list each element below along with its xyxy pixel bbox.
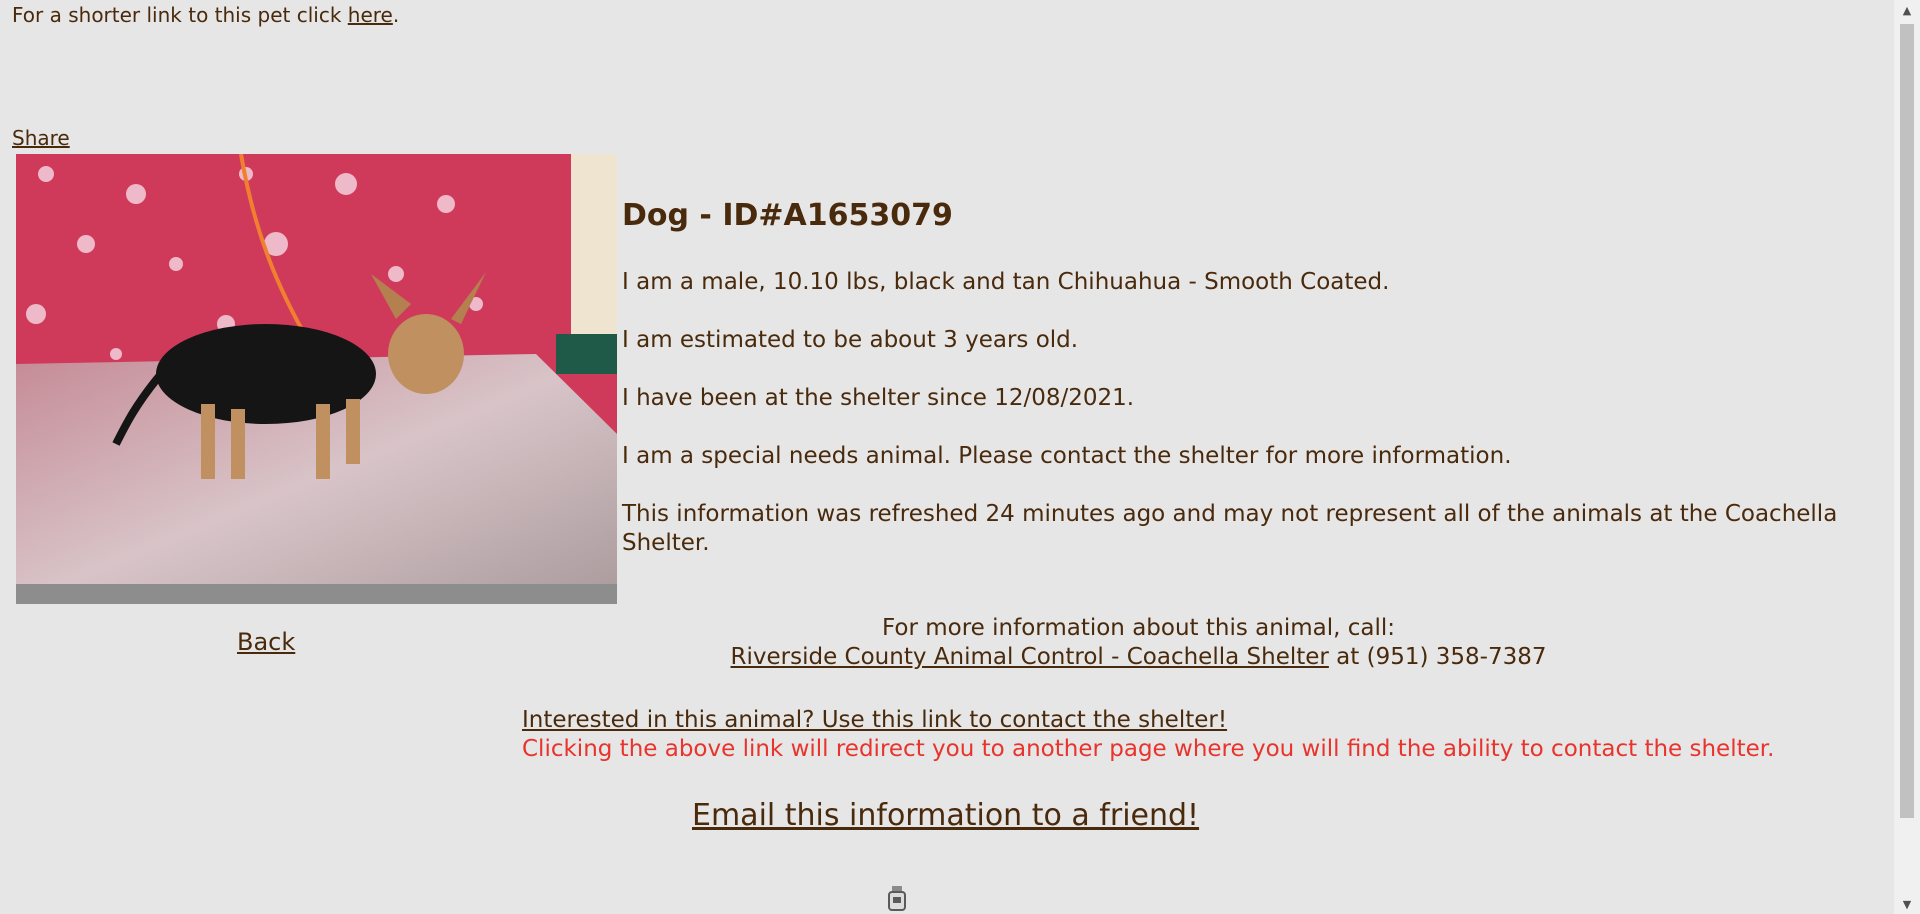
- scroll-down-arrow-icon[interactable]: ▼: [1894, 894, 1920, 914]
- share-link[interactable]: Share: [12, 126, 70, 150]
- contact-section: Interested in this animal? Use this link…: [522, 706, 1774, 764]
- call-info: For more information about this animal, …: [600, 614, 1677, 672]
- redirect-note: Clicking the above link will redirect yo…: [522, 736, 1775, 762]
- animal-intake-date: I have been at the shelter since 12/08/2…: [622, 385, 1135, 411]
- animal-age: I am estimated to be about 3 years old.: [622, 327, 1079, 353]
- contact-shelter-link[interactable]: Interested in this animal? Use this link…: [522, 707, 1227, 733]
- animal-title: Dog - ID#A1653079: [622, 198, 953, 233]
- back-link[interactable]: Back: [237, 628, 295, 656]
- animal-info: Dog - ID#A1653079 I am a male, 10.10 lbs…: [622, 196, 1872, 587]
- dog-photo-illustration: [16, 154, 617, 604]
- email-friend-link[interactable]: Email this information to a friend!: [692, 798, 1199, 833]
- animal-special-needs: I am a special needs animal. Please cont…: [622, 443, 1512, 469]
- page: For a shorter link to this pet click her…: [0, 0, 1894, 914]
- short-link-line: For a shorter link to this pet click her…: [12, 3, 399, 27]
- short-link-suffix: .: [392, 3, 400, 27]
- short-link-here[interactable]: here: [348, 3, 393, 27]
- scroll-up-arrow-icon[interactable]: ▲: [1894, 0, 1920, 20]
- scroll-thumb[interactable]: [1900, 24, 1914, 818]
- refresh-note: This information was refreshed 24 minute…: [622, 501, 1838, 556]
- shelter-link[interactable]: Riverside County Animal Control - Coache…: [731, 644, 1329, 670]
- call-intro: For more information about this animal, …: [882, 615, 1395, 641]
- loading-spinner-icon: [886, 886, 908, 914]
- pet-photo: [16, 154, 617, 604]
- vertical-scrollbar[interactable]: ▲ ▼: [1894, 0, 1920, 914]
- animal-description: I am a male, 10.10 lbs, black and tan Ch…: [622, 269, 1390, 295]
- call-details: Riverside County Animal Control - Coache…: [600, 643, 1677, 672]
- shelter-phone: at (951) 358-7387: [1328, 644, 1547, 670]
- short-link-prefix: For a shorter link to this pet click: [12, 3, 348, 27]
